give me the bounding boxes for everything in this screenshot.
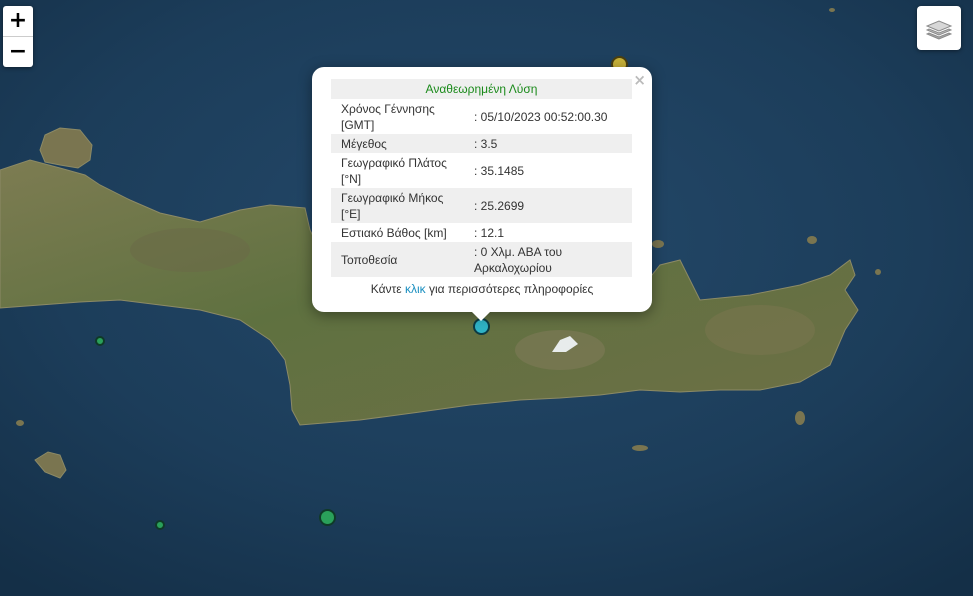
- footer-prefix: Κάντε: [370, 282, 405, 296]
- more-info-link[interactable]: κλικ: [405, 282, 426, 296]
- earthquake-marker[interactable]: [319, 509, 336, 526]
- footer-suffix: για περισσότερες πληροφορίες: [425, 282, 594, 296]
- popup-footer: Κάντε κλικ για περισσότερες πληροφορίες: [312, 282, 652, 296]
- earthquake-marker[interactable]: [155, 520, 165, 530]
- mountain-area: [705, 305, 815, 355]
- close-icon[interactable]: ×: [633, 71, 646, 89]
- popup-tip: [471, 311, 491, 321]
- row-value: : 12.1: [474, 225, 505, 240]
- small-island: [875, 269, 881, 275]
- popup-title: Αναθεωρημένη Λύση: [331, 79, 632, 99]
- row-label: Μέγεθος: [331, 134, 464, 153]
- row-value: : 3.5: [464, 134, 632, 153]
- small-island: [807, 236, 817, 244]
- row-value: : 0 Χλμ. ΑΒΑ του Αρκαλοχωρίου: [464, 242, 632, 277]
- row-label: Εστιακό Βάθος [km]: [341, 225, 447, 240]
- table-row: Γεωγραφικό Μήκος [°E] : 25.2699: [331, 188, 632, 223]
- row-value: : 05/10/2023 00:52:00.30: [474, 109, 608, 124]
- table-row: Μέγεθος : 3.5: [331, 134, 632, 153]
- table-row: Εστιακό Βάθος [km] : 12.1: [331, 223, 632, 242]
- small-island: [632, 445, 648, 451]
- row-label: Γεωγραφικό Πλάτος [°N]: [341, 155, 447, 186]
- row-label: Χρόνος Γέννησης [GMT]: [341, 101, 435, 132]
- info-table: Χρόνος Γέννησης [GMT] : 05/10/2023 00:52…: [331, 99, 632, 277]
- zoom-out-button[interactable]: −: [3, 36, 33, 67]
- row-value: : 35.1485: [474, 163, 525, 178]
- layers-icon: [925, 20, 953, 40]
- table-row: Τοποθεσία : 0 Χλμ. ΑΒΑ του Αρκαλοχωρίου: [331, 242, 632, 277]
- row-value: : 25.2699: [464, 188, 632, 223]
- small-island: [16, 420, 24, 426]
- table-row: Χρόνος Γέννησης [GMT] : 05/10/2023 00:52…: [331, 99, 632, 134]
- small-island: [829, 8, 835, 12]
- small-island: [652, 240, 664, 248]
- row-label: Τοποθεσία: [331, 242, 464, 277]
- earthquake-marker[interactable]: [95, 336, 105, 346]
- zoom-control: + −: [3, 6, 33, 67]
- table-row: Γεωγραφικό Πλάτος [°N] : 35.1485: [331, 153, 632, 188]
- mountain-area: [130, 228, 250, 272]
- layers-button[interactable]: [917, 6, 961, 50]
- zoom-in-button[interactable]: +: [3, 6, 33, 36]
- earthquake-info-popup: × Αναθεωρημένη Λύση Χρόνος Γέννησης [GMT…: [312, 67, 652, 312]
- small-island: [795, 411, 805, 425]
- row-label: Γεωγραφικό Μήκος [°E]: [331, 188, 464, 223]
